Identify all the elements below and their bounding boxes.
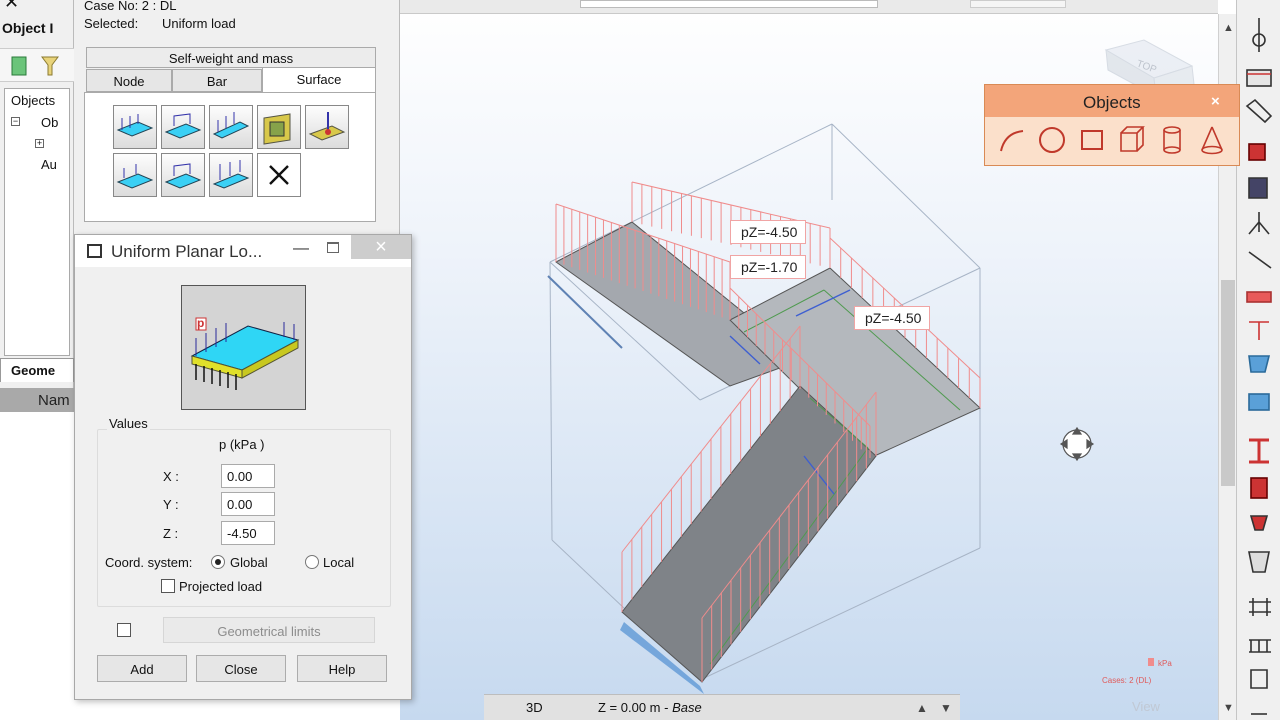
radio-global[interactable] bbox=[211, 555, 225, 569]
load-type-tabs: Node Bar Surface bbox=[86, 67, 376, 92]
dialog-icon bbox=[87, 244, 102, 258]
column-header-name[interactable]: Nam bbox=[0, 388, 74, 412]
x-label: X : bbox=[163, 469, 179, 484]
geometrical-limits-button[interactable]: Geometrical limits bbox=[163, 617, 375, 643]
filter-icon bbox=[41, 56, 59, 76]
planar-load-contour-3-points-icon[interactable] bbox=[161, 153, 205, 197]
minimize-icon[interactable]: — bbox=[293, 240, 309, 258]
y-label: Y : bbox=[163, 497, 179, 512]
cylinder-icon[interactable] bbox=[1155, 123, 1189, 157]
coord-system-label: Coord. system: bbox=[105, 555, 193, 570]
load-label: pZ=-4.50 bbox=[730, 220, 807, 244]
load-label: pZ=-4.50 bbox=[854, 306, 931, 330]
tab-node[interactable]: Node bbox=[86, 69, 172, 92]
delete-load-icon[interactable] bbox=[257, 153, 301, 197]
object-tree[interactable]: Objects − Ob + Au bbox=[4, 88, 70, 356]
objects-toolbar: Objects × bbox=[984, 84, 1240, 166]
dialog-title-bar[interactable]: Uniform Planar Lo... — × bbox=[75, 235, 411, 267]
collapse-icon[interactable]: − bbox=[11, 117, 20, 126]
projected-load-label[interactable]: Projected load bbox=[179, 579, 262, 594]
planar-contour-load-icon[interactable] bbox=[113, 153, 157, 197]
scroll-down-icon[interactable]: ▼ bbox=[1223, 702, 1234, 714]
uniform-planar-load-icon[interactable] bbox=[113, 105, 157, 149]
edge-load-contour-icon[interactable] bbox=[209, 153, 253, 197]
scroll-thumb[interactable] bbox=[1221, 280, 1235, 486]
add-button[interactable]: Add bbox=[97, 655, 187, 682]
thermal-load-icon[interactable] bbox=[305, 105, 349, 149]
expand-icon[interactable]: + bbox=[35, 139, 44, 148]
object-icon bbox=[11, 56, 27, 76]
z-value-input[interactable]: -4.50 bbox=[221, 521, 275, 545]
tree-item[interactable]: Ob bbox=[41, 115, 58, 130]
cone-icon[interactable] bbox=[1195, 123, 1229, 157]
object-inspector: ✕ Object I Objects − Ob + Au Geome Nam bbox=[0, 0, 74, 720]
values-group-label: Values bbox=[107, 416, 150, 431]
circle-icon[interactable] bbox=[1035, 123, 1069, 157]
case-line: Case No: 2 : DL bbox=[84, 0, 177, 13]
lower-flight-slab bbox=[621, 385, 877, 683]
load-label: pZ=-1.70 bbox=[730, 255, 807, 279]
view-label: View bbox=[1132, 699, 1160, 714]
scroll-up-icon[interactable]: ▲ bbox=[1223, 22, 1234, 34]
status-bar: 3D Z = 0.00 m - Base ▲ ▼ bbox=[484, 694, 960, 720]
right-toolbar bbox=[1236, 0, 1280, 720]
close-icon[interactable]: ✕ bbox=[4, 0, 19, 13]
objects-toolbar-header[interactable]: Objects × bbox=[985, 85, 1239, 117]
inspector-list bbox=[0, 412, 74, 720]
linear-load-on-edge-icon[interactable] bbox=[209, 105, 253, 149]
close-icon[interactable]: × bbox=[351, 235, 411, 259]
rectangle-icon[interactable] bbox=[1075, 123, 1109, 157]
right-toolbar-icons bbox=[1245, 18, 1273, 715]
tree-item[interactable]: Au bbox=[41, 157, 57, 172]
geometrical-limits-checkbox[interactable] bbox=[117, 623, 131, 637]
tab-bar[interactable]: Bar bbox=[172, 69, 262, 92]
close-icon[interactable]: × bbox=[1211, 93, 1220, 110]
planar-load-3-points-icon[interactable] bbox=[161, 105, 205, 149]
y-value-input[interactable]: 0.00 bbox=[221, 492, 275, 516]
pan-cursor-icon bbox=[1059, 426, 1095, 462]
hydrostatic-load-icon[interactable] bbox=[257, 105, 301, 149]
dialog-title: Uniform Planar Lo... bbox=[111, 242, 263, 261]
level-down-icon[interactable]: ▼ bbox=[940, 701, 952, 715]
surface-load-tools bbox=[84, 92, 376, 222]
selected-value: Uniform load bbox=[162, 16, 236, 31]
inspector-title: Object I bbox=[2, 20, 54, 36]
level-up-icon[interactable]: ▲ bbox=[916, 701, 928, 715]
tab-geometry[interactable]: Geome bbox=[0, 358, 74, 382]
maximize-icon[interactable] bbox=[327, 242, 339, 253]
load-preview: p bbox=[181, 285, 306, 410]
x-value-input[interactable]: 0.00 bbox=[221, 464, 275, 488]
tab-surface[interactable]: Surface bbox=[262, 67, 376, 92]
legend-unit: kPa bbox=[1158, 659, 1172, 668]
view-mode[interactable]: 3D bbox=[526, 700, 543, 715]
uniform-planar-load-dialog: Uniform Planar Lo... — × p Values p (kPa… bbox=[74, 234, 412, 700]
self-weight-button[interactable]: Self-weight and mass bbox=[86, 47, 376, 68]
level-name: Base bbox=[672, 700, 702, 715]
inspector-toolbar bbox=[0, 48, 74, 82]
objects-toolbar-title: Objects bbox=[1083, 93, 1141, 112]
legend-cases: Cases: 2 (DL) bbox=[1102, 676, 1152, 685]
radio-global-label[interactable]: Global bbox=[230, 555, 268, 570]
projected-load-checkbox[interactable] bbox=[161, 579, 175, 593]
selected-label: Selected: bbox=[84, 16, 139, 31]
help-button[interactable]: Help bbox=[297, 655, 387, 682]
unit-label: p (kPa ) bbox=[219, 437, 265, 452]
cube-icon[interactable] bbox=[1115, 123, 1149, 157]
radio-local[interactable] bbox=[305, 555, 319, 569]
load-symbol: p bbox=[197, 316, 205, 330]
level-selector[interactable]: Z = 0.00 m - Base bbox=[598, 700, 702, 715]
close-button[interactable]: Close bbox=[196, 655, 286, 682]
arc-icon[interactable] bbox=[995, 123, 1029, 157]
tree-root[interactable]: Objects bbox=[11, 93, 55, 108]
radio-local-label[interactable]: Local bbox=[323, 555, 354, 570]
z-label: Z : bbox=[163, 526, 179, 541]
